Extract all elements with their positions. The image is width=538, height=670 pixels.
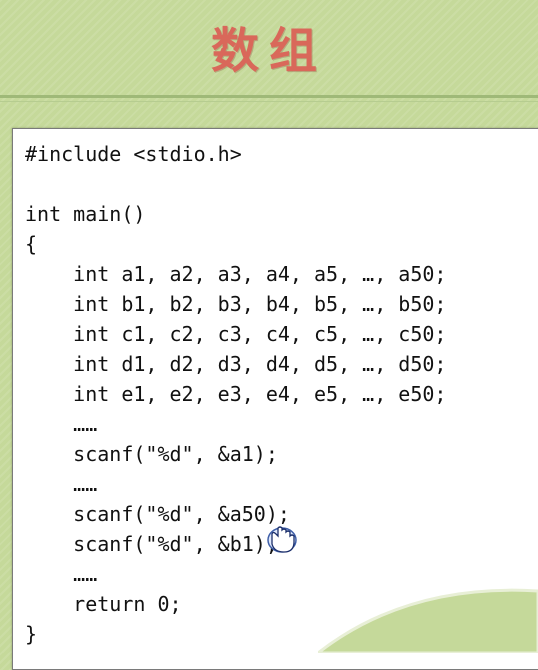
slide-title: 数组 (210, 23, 327, 79)
code-line: return 0; (25, 592, 182, 616)
code-line: #include <stdio.h> (25, 142, 242, 166)
code-panel: #include <stdio.h> int main() { int a1, a2… (12, 128, 538, 670)
code-line: int e1, e2, e3, e4, e5, …, e50; (25, 382, 447, 406)
code-line: …… (25, 562, 98, 586)
code-line: int main() (25, 202, 146, 226)
title-band: 数组 (0, 0, 538, 92)
code-line: scanf("%d", &a50); (25, 502, 290, 526)
code-line: int c1, c2, c3, c4, c5, …, c50; (25, 322, 447, 346)
code-line: …… (25, 412, 98, 436)
code-line: scanf("%d", &a1); (25, 442, 278, 466)
title-divider (0, 95, 538, 98)
code-line: } (25, 622, 38, 646)
hand-pointer-icon (267, 526, 297, 553)
code-line: int a1, a2, a3, a4, a5, …, a50; (25, 262, 447, 286)
code-line: scanf("%d", &b1); (25, 532, 278, 556)
code-line: { (25, 232, 38, 256)
title-divider-thin (0, 101, 538, 102)
code-line: int d1, d2, d3, d4, d5, …, d50; (25, 352, 447, 376)
code-line: int b1, b2, b3, b4, b5, …, b50; (25, 292, 447, 316)
code-block: #include <stdio.h> int main() { int a1, a2… (25, 139, 446, 649)
code-line: …… (25, 472, 98, 496)
